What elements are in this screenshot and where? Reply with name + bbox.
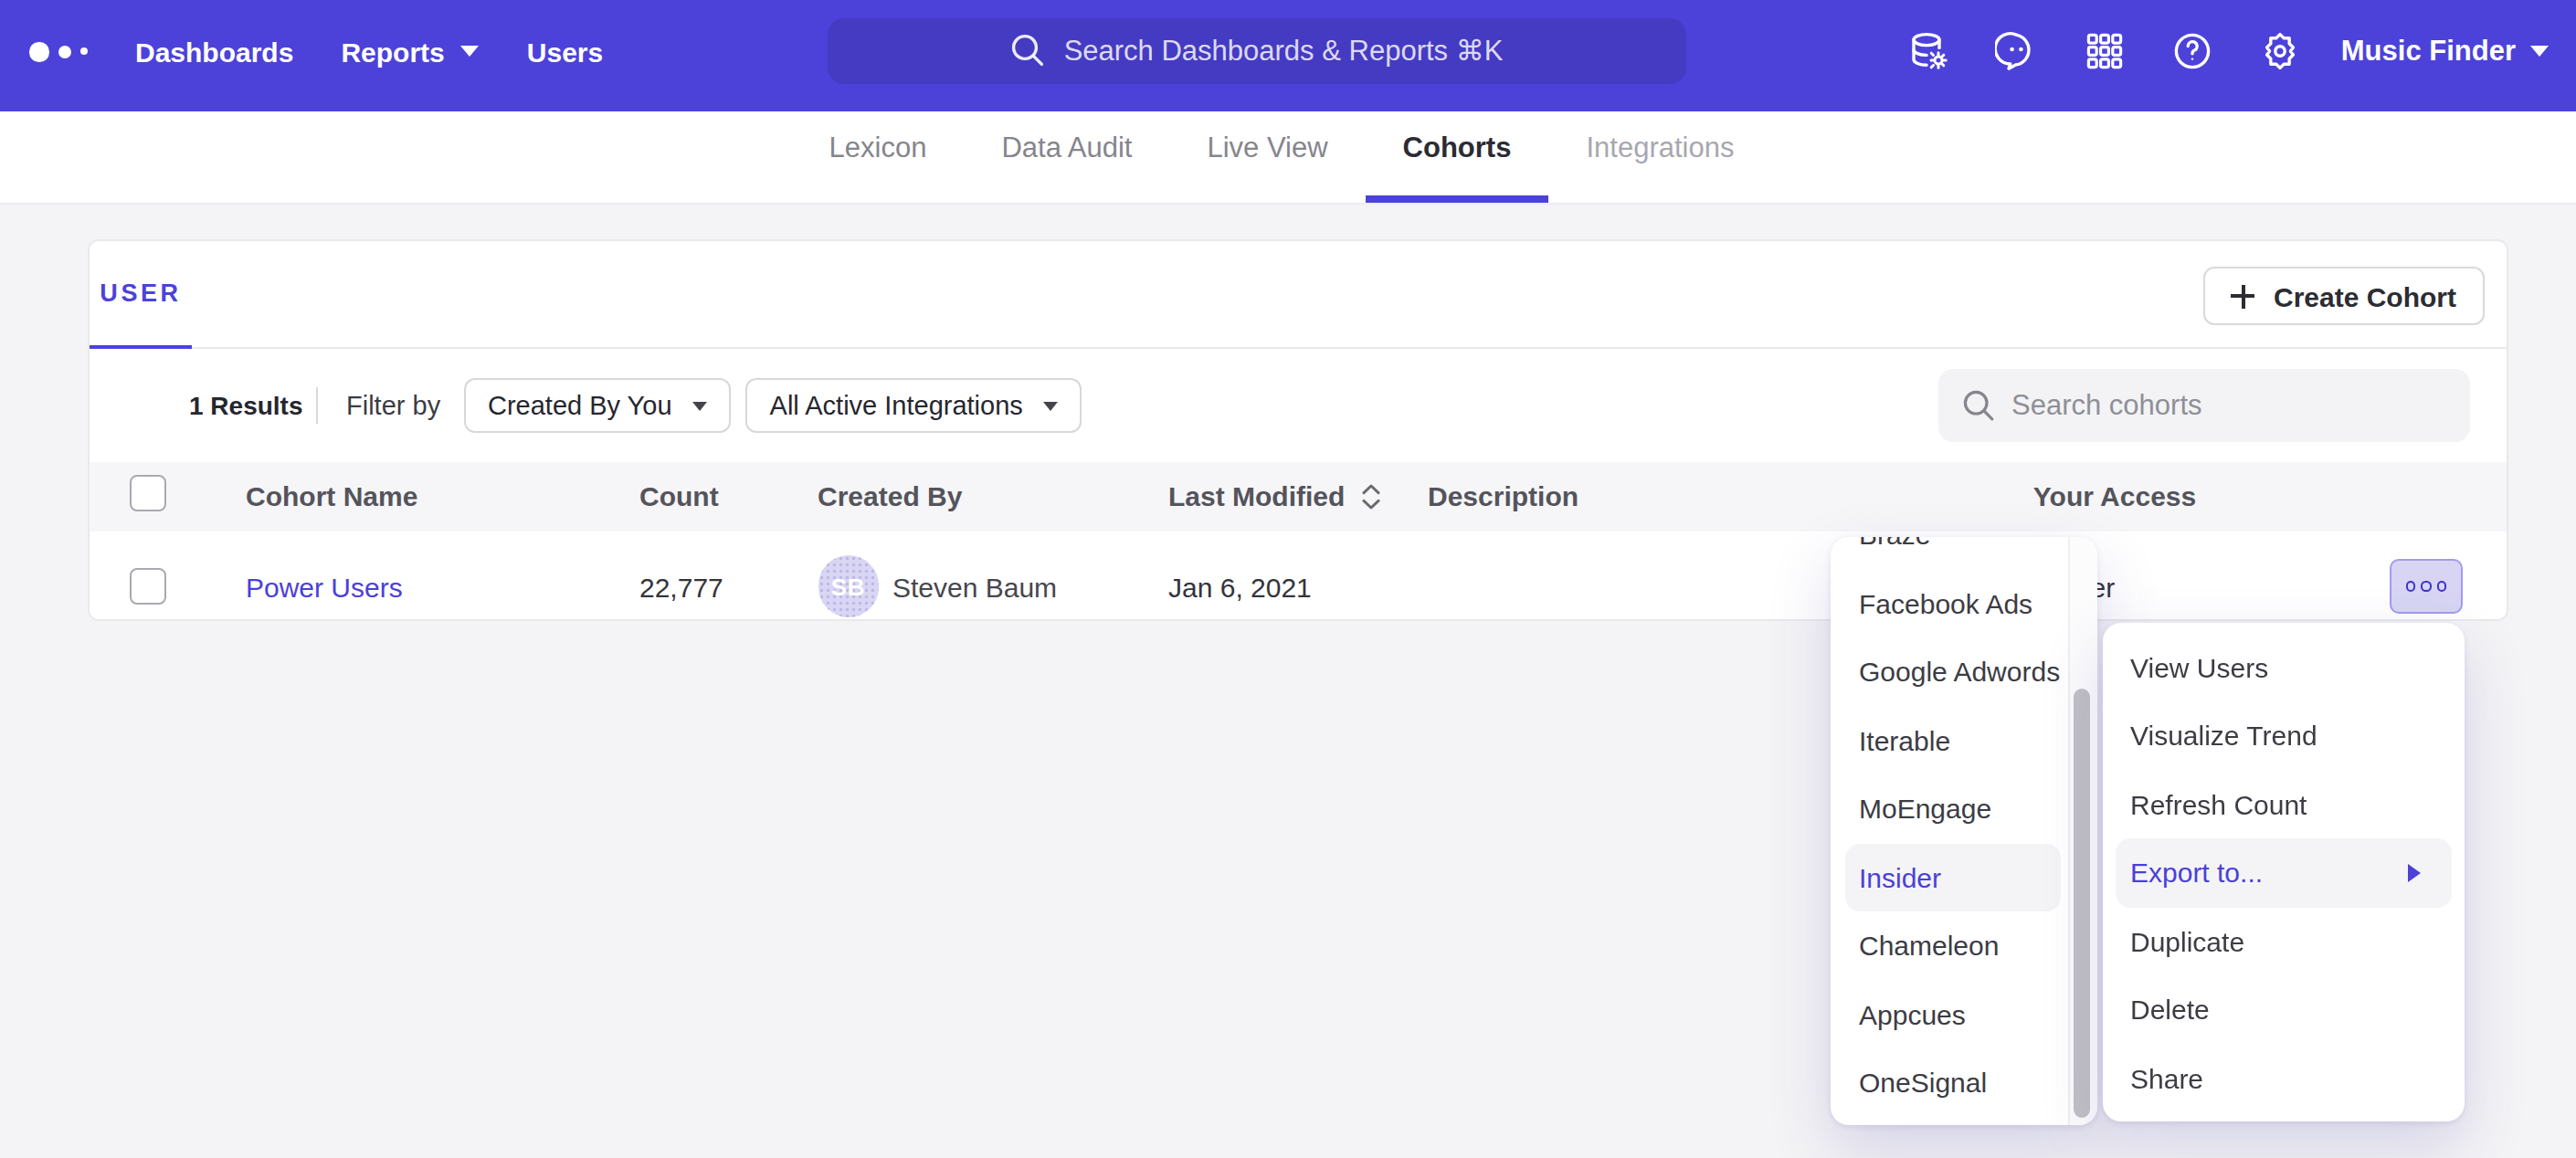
search-icon bbox=[1011, 34, 1046, 68]
select-all-checkbox[interactable] bbox=[130, 476, 166, 512]
row-actions-button[interactable] bbox=[2390, 559, 2463, 615]
user-tab-label: USER bbox=[100, 279, 181, 307]
card-header: USER Create Cohort bbox=[90, 240, 2506, 349]
menu-item-export-to[interactable]: Export to... bbox=[2116, 838, 2452, 907]
column-header-last-modified[interactable]: Last Modified bbox=[1168, 481, 1428, 512]
cohort-count-cell: 22,777 bbox=[639, 571, 818, 602]
apps-grid-icon[interactable] bbox=[2084, 29, 2127, 73]
help-icon[interactable] bbox=[2171, 29, 2215, 73]
menu-item-delete[interactable]: Delete bbox=[2103, 975, 2465, 1044]
column-header-created-by[interactable]: Created By bbox=[818, 481, 1168, 512]
creator-avatar: SB bbox=[818, 556, 879, 617]
tab-lexicon[interactable]: Lexicon bbox=[792, 111, 965, 203]
chevron-down-icon bbox=[1043, 401, 1058, 410]
submenu-arrow-icon bbox=[2408, 864, 2421, 882]
tab-data-audit[interactable]: Data Audit bbox=[964, 111, 1169, 203]
menu-item-share[interactable]: Share bbox=[2103, 1044, 2465, 1112]
nav-link-label: Dashboards bbox=[135, 37, 293, 68]
export-submenu-list: Braze Facebook Ads Google Adwords Iterab… bbox=[1830, 537, 2096, 1117]
search-cohorts-placeholder: Search cohorts bbox=[2011, 389, 2202, 422]
nav-link-label: Reports bbox=[341, 37, 444, 68]
menu-item-onesignal[interactable]: OneSignal bbox=[1830, 1048, 2096, 1117]
sort-icon bbox=[1361, 483, 1381, 510]
topnav-right-cluster: Music Finder bbox=[1864, 0, 2549, 102]
export-submenu: Braze Facebook Ads Google Adwords Iterab… bbox=[1830, 537, 2096, 1125]
column-header-description[interactable]: Description bbox=[1428, 481, 1902, 512]
nav-link-label: Users bbox=[527, 37, 603, 68]
integrations-filter-value: All Active Integrations bbox=[770, 391, 1023, 420]
last-modified-cell: Jan 6, 2021 bbox=[1168, 571, 1428, 602]
column-header-cohort-name[interactable]: Cohort Name bbox=[246, 481, 639, 512]
row-select-cell bbox=[90, 568, 246, 605]
project-selector[interactable]: Music Finder bbox=[2341, 35, 2549, 68]
menu-item-appcues[interactable]: Appcues bbox=[1830, 980, 2096, 1048]
menu-item-facebook-ads[interactable]: Facebook Ads bbox=[1830, 569, 2096, 637]
menu-item-refresh-count[interactable]: Refresh Count bbox=[2103, 770, 2465, 838]
dot-icon bbox=[2422, 582, 2432, 592]
cohort-table-row[interactable]: Power Users 22,777 SB Steven Baum Jan 6,… bbox=[90, 532, 2506, 621]
filter-toolbar: 1 Results Filter by Created By You All A… bbox=[90, 349, 2506, 462]
menu-item-duplicate[interactable]: Duplicate bbox=[2103, 907, 2465, 975]
cohorts-card: USER Create Cohort 1 Results Filter by C… bbox=[88, 238, 2507, 620]
chat-feedback-icon[interactable] bbox=[1996, 29, 2040, 73]
chevron-down-icon bbox=[461, 47, 480, 58]
plus-icon bbox=[2232, 284, 2255, 308]
nav-link-reports[interactable]: Reports bbox=[341, 37, 479, 68]
row-checkbox[interactable] bbox=[130, 568, 166, 605]
menu-item-iterable[interactable]: Iterable bbox=[1830, 706, 2096, 774]
menu-item-moengage[interactable]: MoEngage bbox=[1830, 774, 2096, 843]
cohort-name-cell: Power Users bbox=[246, 571, 639, 602]
settings-gear-icon[interactable] bbox=[2259, 29, 2303, 73]
search-cohorts-input[interactable]: Search cohorts bbox=[1938, 369, 2469, 441]
project-name: Music Finder bbox=[2341, 35, 2516, 68]
vertical-divider bbox=[316, 387, 318, 424]
secondary-nav: Lexicon Data Audit Live View Cohorts Int… bbox=[0, 111, 2576, 205]
nav-link-users[interactable]: Users bbox=[527, 37, 603, 68]
tab-live-view[interactable]: Live View bbox=[1169, 111, 1365, 203]
results-count: 1 Results bbox=[189, 391, 285, 420]
dot-icon bbox=[2437, 582, 2447, 592]
create-cohort-button[interactable]: Create Cohort bbox=[2204, 267, 2484, 325]
app-window: Dashboards Reports Users Search Dashboar… bbox=[0, 0, 2576, 1158]
nav-link-dashboards[interactable]: Dashboards bbox=[135, 37, 293, 68]
column-header-your-access[interactable]: Your Access bbox=[1902, 481, 2328, 512]
menu-item-view-users[interactable]: View Users bbox=[2103, 633, 2465, 701]
tab-integrations[interactable]: Integrations bbox=[1548, 111, 1771, 203]
row-actions-cell bbox=[2328, 559, 2506, 615]
menu-item-chameleon[interactable]: Chameleon bbox=[1830, 911, 2096, 980]
global-search-placeholder: Search Dashboards & Reports ⌘K bbox=[1064, 35, 1504, 68]
tab-cohorts[interactable]: Cohorts bbox=[1366, 111, 1549, 203]
search-icon bbox=[1962, 389, 1995, 422]
mixpanel-logo-icon[interactable] bbox=[29, 42, 88, 61]
primary-nav: Dashboards Reports Users bbox=[88, 37, 603, 68]
global-search-input[interactable]: Search Dashboards & Reports ⌘K bbox=[828, 17, 1686, 84]
data-management-icon[interactable] bbox=[1908, 29, 1952, 73]
top-navbar: Dashboards Reports Users Search Dashboar… bbox=[0, 0, 2576, 111]
menu-item-insider[interactable]: Insider bbox=[1844, 843, 2060, 911]
create-cohort-label: Create Cohort bbox=[2274, 280, 2456, 311]
created-by-cell: SB Steven Baum bbox=[818, 556, 1168, 617]
column-header-select bbox=[90, 481, 246, 512]
integrations-filter[interactable]: All Active Integrations bbox=[746, 378, 1082, 434]
menu-item-braze[interactable]: Braze bbox=[1830, 537, 2096, 569]
chevron-down-icon bbox=[2530, 46, 2549, 57]
row-actions-menu: View Users Visualize Trend Refresh Count… bbox=[2103, 623, 2465, 1121]
table-header-row: Cohort Name Count Created By Last Modifi… bbox=[90, 462, 2506, 532]
secondary-nav-tabs: Lexicon Data Audit Live View Cohorts Int… bbox=[792, 111, 1772, 203]
creator-name: Steven Baum bbox=[892, 571, 1057, 602]
chevron-down-icon bbox=[692, 401, 707, 410]
tab-user-cohorts[interactable]: USER bbox=[90, 240, 192, 349]
dot-icon bbox=[2406, 582, 2416, 592]
column-header-count[interactable]: Count bbox=[639, 481, 818, 512]
created-by-filter[interactable]: Created By You bbox=[464, 378, 731, 434]
created-by-filter-value: Created By You bbox=[488, 391, 672, 420]
cohort-name-link[interactable]: Power Users bbox=[246, 571, 403, 602]
filter-by-label: Filter by bbox=[346, 391, 436, 420]
menu-item-google-adwords[interactable]: Google Adwords bbox=[1830, 637, 2096, 706]
menu-item-visualize-trend[interactable]: Visualize Trend bbox=[2103, 701, 2465, 770]
scrollbar-thumb[interactable] bbox=[2073, 688, 2090, 1118]
